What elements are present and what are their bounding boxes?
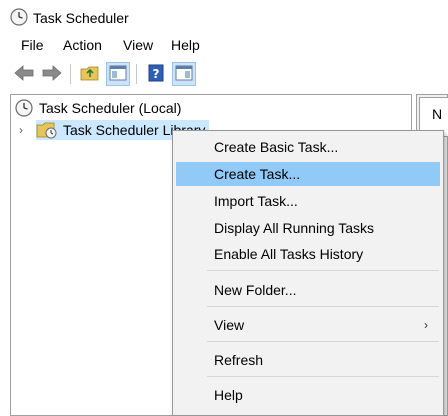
menu-item-help[interactable]: Help (176, 383, 440, 407)
show-hide-action-pane-button[interactable] (172, 62, 196, 86)
context-menu: Create Basic Task... Create Task... Impo… (172, 130, 444, 416)
menu-help[interactable]: Help (169, 37, 202, 53)
show-hide-console-tree-icon (109, 65, 127, 84)
forward-button[interactable] (40, 62, 64, 86)
show-hide-console-tree-button[interactable] (106, 62, 130, 86)
menu-item-new-folder[interactable]: New Folder... (176, 278, 440, 302)
task-scheduler-app-icon (10, 8, 28, 26)
forward-arrow-icon (42, 64, 62, 84)
menu-item-refresh[interactable]: Refresh (176, 348, 440, 372)
back-arrow-icon (14, 64, 34, 84)
up-folder-icon (80, 64, 100, 85)
menu-view[interactable]: View (121, 37, 155, 53)
tree-root-label: Task Scheduler (Local) (39, 100, 182, 116)
menu-separator (207, 306, 439, 307)
tree-item-library-expander[interactable]: › (19, 120, 23, 140)
toolbar: ? (0, 60, 448, 88)
menu-item-create-basic-task[interactable]: Create Basic Task... (176, 135, 440, 159)
svg-text:?: ? (153, 67, 160, 81)
menu-item-create-task[interactable]: Create Task... (176, 162, 440, 186)
menu-item-enable-tasks-history[interactable]: Enable All Tasks History (176, 242, 440, 266)
menu-separator (207, 341, 439, 342)
menu-separator (207, 270, 439, 271)
clock-icon (15, 99, 33, 117)
title-bar: Task Scheduler (0, 0, 448, 34)
menu-action[interactable]: Action (61, 37, 104, 53)
toolbar-separator (136, 64, 137, 84)
menu-item-import-task[interactable]: Import Task... (176, 189, 440, 213)
menu-separator (207, 376, 439, 377)
menu-file[interactable]: File (19, 37, 46, 53)
up-one-level-button[interactable] (78, 62, 102, 86)
back-button[interactable] (12, 62, 36, 86)
folder-clock-icon (36, 121, 58, 139)
tree-item-root[interactable]: Task Scheduler (Local) (15, 98, 181, 118)
menu-item-display-running-tasks[interactable]: Display All Running Tasks (176, 216, 440, 240)
help-icon: ? (148, 64, 164, 85)
chevron-right-icon: › (19, 123, 23, 137)
menu-bar: File Action View Help (0, 34, 448, 58)
toolbar-separator (70, 64, 71, 84)
menu-item-view-label: View (214, 317, 245, 333)
menu-item-view[interactable]: View › (176, 313, 440, 337)
show-hide-action-pane-icon (175, 65, 193, 84)
submenu-arrow-icon: › (424, 318, 428, 332)
window-title: Task Scheduler (33, 10, 129, 26)
help-button[interactable]: ? (144, 62, 168, 86)
